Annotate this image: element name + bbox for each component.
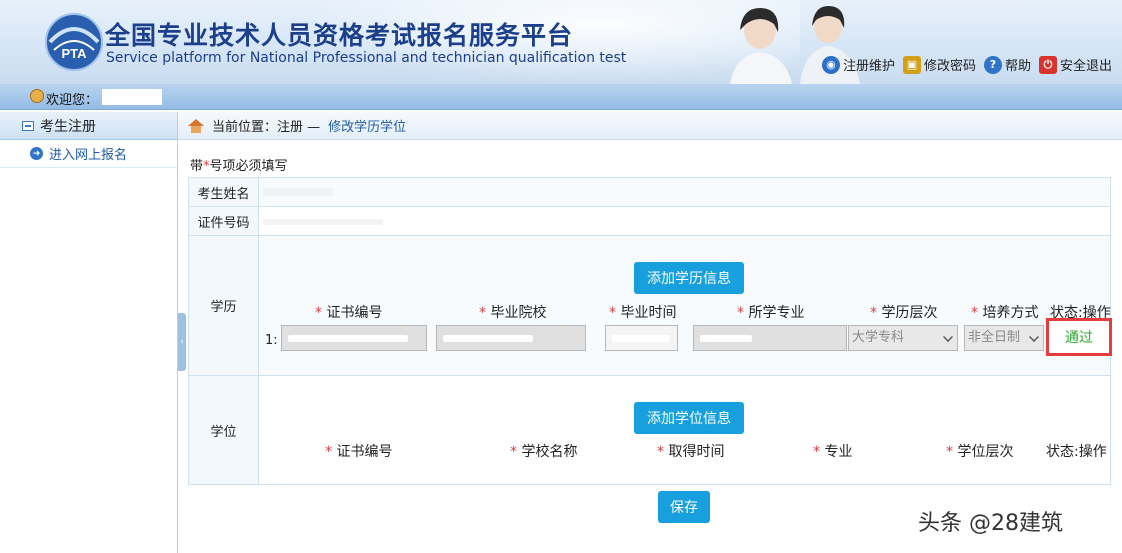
col-major: 所学专业 [748,305,805,321]
id-label: 证件号码 [188,206,259,236]
header-toolbar: ◉ 注册维护 ▣ 修改密码 ? 帮助 ⏻ 安全退出 [821,55,1112,74]
col-degree-status: 状态:操作 [1046,444,1107,460]
home-icon [188,118,204,133]
lock-icon: ▣ [902,55,921,74]
col-degree-level: 学位层次 [957,444,1014,460]
school-input[interactable] [436,325,586,351]
help-link[interactable]: ? 帮助 [983,55,1031,74]
row-index: 1: [265,333,278,348]
watermark: 头条 @28建筑 [918,511,1063,536]
help-label: 帮助 [1004,59,1031,74]
education-label: 学历 [188,235,259,376]
save-button[interactable]: 保存 [658,491,710,523]
breadcrumb-prefix: 当前位置：注册 — [212,120,321,135]
study-mode-select[interactable]: 非全日制 [964,325,1044,351]
major-input[interactable] [693,325,847,351]
logout-label: 安全退出 [1059,59,1112,74]
globe-icon: ◉ [821,55,840,74]
col-edu-level: 学历层次 [881,305,938,321]
col-degree-time: 取得时间 [668,444,725,460]
user-icon [30,89,44,103]
welcome-label: 欢迎您： [46,93,99,108]
sidebar-item-online-register[interactable]: ➜ 进入网上报名 [0,140,177,168]
site-subtitle: Service platform for National Profession… [106,50,627,66]
name-value [258,177,1111,207]
edu-level-select[interactable]: 大学专科 [848,325,958,351]
welcome-bar: 欢迎您： [0,84,1122,110]
help-icon: ? [983,55,1002,74]
col-degree-major: 专业 [824,444,853,460]
id-value [258,206,1111,236]
sidebar-section-header[interactable]: 考生注册 [0,112,177,140]
cert-number-input[interactable] [281,325,427,351]
col-degree-cert: 证书编号 [336,444,393,460]
arrow-right-icon: ➜ [30,147,43,160]
chevron-down-icon [1029,332,1039,342]
add-degree-button[interactable]: 添加学位信息 [634,402,744,434]
add-education-button[interactable]: 添加学历信息 [634,262,744,294]
username-field [102,89,162,105]
grad-time-input[interactable] [605,325,678,351]
chevron-down-icon [943,332,953,342]
breadcrumb-current: 修改学历学位 [328,120,407,135]
breadcrumb: 当前位置：注册 — 修改学历学位 [178,112,1122,140]
col-grad-time: 毕业时间 [620,305,677,321]
required-note: 带*号项必须填写 [190,159,288,174]
status-highlight: 通过 [1046,318,1112,356]
sidebar-item-label: 进入网上报名 [49,148,128,163]
sidebar-toggle[interactable]: ‹ [178,313,186,371]
name-label: 考生姓名 [188,177,259,207]
change-password-label: 修改密码 [923,59,976,74]
collapse-icon [22,120,34,131]
col-cert-number: 证书编号 [326,305,383,321]
pta-logo-icon: PTA [45,13,103,71]
change-password-link[interactable]: ▣ 修改密码 [902,55,976,74]
register-maintain-link[interactable]: ◉ 注册维护 [821,55,895,74]
col-study-mode: 培养方式 [982,305,1039,321]
register-maintain-label: 注册维护 [842,59,895,74]
logo-text: PTA [61,46,87,61]
sidebar-section-label: 考生注册 [40,118,96,135]
col-school: 毕业院校 [490,305,547,321]
power-icon: ⏻ [1038,55,1057,74]
site-header: PTA 全国专业技术人员资格考试报名服务平台 Service platform … [0,0,1122,84]
degree-label: 学位 [188,375,259,485]
col-degree-school: 学校名称 [521,444,578,460]
status-pass[interactable]: 通过 [1065,327,1093,347]
logout-link[interactable]: ⏻ 安全退出 [1038,55,1112,74]
site-title: 全国专业技术人员资格考试报名服务平台 [105,21,574,50]
sidebar: 考生注册 ➜ 进入网上报名 [0,112,178,553]
